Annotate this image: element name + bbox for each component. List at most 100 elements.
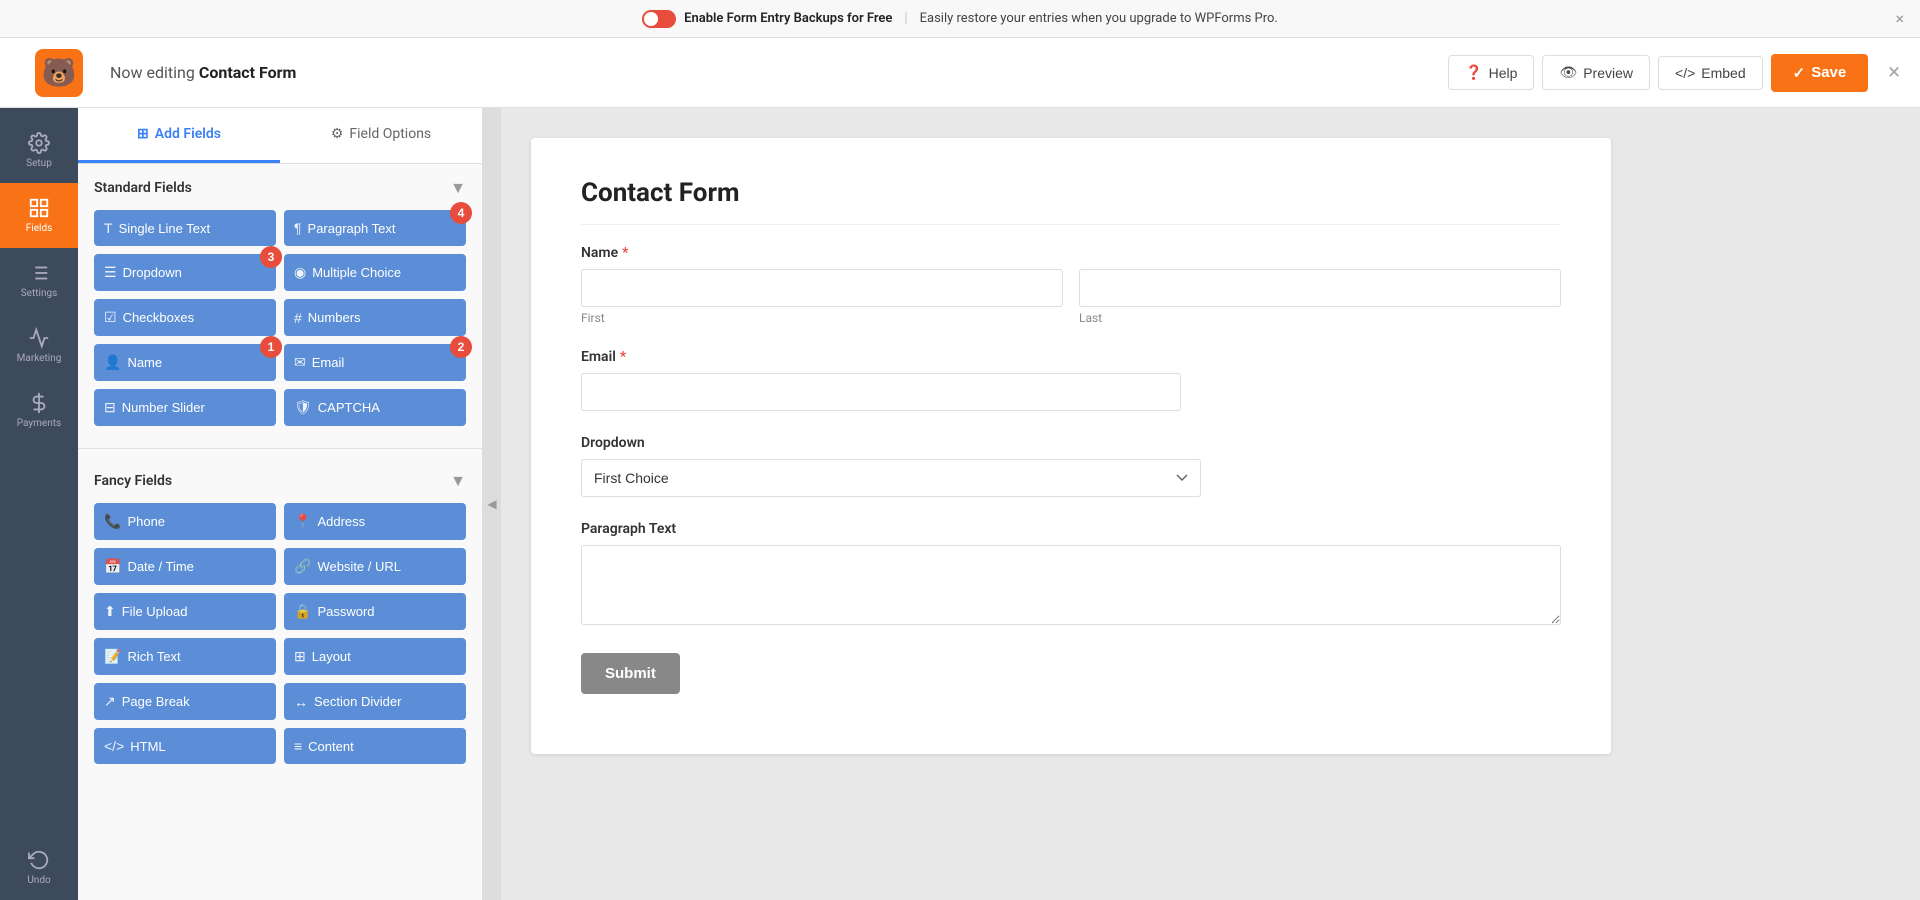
field-btn-single-line-text[interactable]: T Single Line Text	[94, 210, 276, 246]
tab-add-fields-label: Add Fields	[155, 126, 221, 142]
field-btn-content[interactable]: ≡ Content	[284, 728, 466, 764]
notif-separator: |	[904, 11, 907, 26]
single-line-text-label: Single Line Text	[119, 221, 211, 236]
name-row: First Last	[581, 269, 1561, 325]
field-btn-checkboxes[interactable]: ☑ Checkboxes	[94, 299, 276, 336]
header-actions: ❓ Help 👁 Preview </> Embed ✓ Save ×	[1448, 54, 1900, 92]
multiple-choice-icon: ◉	[294, 264, 306, 281]
sidebar-item-marketing[interactable]: Marketing	[0, 313, 78, 378]
embed-button[interactable]: </> Embed	[1658, 56, 1763, 90]
field-btn-paragraph-text[interactable]: ¶ Paragraph Text 4	[284, 210, 466, 246]
section-divider-icon: ↔	[294, 694, 308, 710]
paragraph-text-label-text: Paragraph Text	[581, 521, 676, 537]
name-first-input[interactable]	[581, 269, 1063, 307]
field-btn-file-upload[interactable]: ⬆ File Upload	[94, 593, 276, 630]
name-last-sublabel: Last	[1079, 311, 1561, 325]
field-btn-page-break[interactable]: ↗ Page Break	[94, 683, 276, 720]
dropdown-icon: ☰	[104, 264, 117, 281]
date-time-label: Date / Time	[127, 559, 193, 574]
checkboxes-icon: ☑	[104, 309, 117, 326]
rich-text-icon: 📝	[104, 648, 121, 665]
layout-icon: ⊞	[294, 648, 306, 665]
sidebar-item-fields[interactable]: Fields	[0, 183, 78, 248]
field-btn-numbers[interactable]: # Numbers	[284, 299, 466, 336]
content-icon: ≡	[294, 738, 302, 754]
field-btn-date-time[interactable]: 📅 Date / Time	[94, 548, 276, 585]
field-btn-phone[interactable]: 📞 Phone	[94, 503, 276, 540]
name-field-label: Name *	[581, 245, 1561, 261]
dropdown-field-label: Dropdown	[581, 435, 1561, 451]
fancy-fields-header[interactable]: Fancy Fields ▼	[94, 471, 466, 491]
sidebar-item-undo[interactable]: Undo	[0, 835, 78, 900]
field-btn-password[interactable]: 🔒 Password	[284, 593, 466, 630]
notif-highlight: Enable Form Entry Backups for Free	[684, 11, 892, 26]
rich-text-label: Rich Text	[127, 649, 180, 664]
icon-sidebar: Setup Fields Settings Marketing Payments…	[0, 108, 78, 900]
standard-fields-section: Standard Fields ▼ T Single Line Text ¶ P…	[78, 164, 482, 440]
page-break-label: Page Break	[122, 694, 190, 709]
field-btn-website-url[interactable]: 🔗 Website / URL	[284, 548, 466, 585]
number-slider-icon: ⊟	[104, 399, 116, 416]
field-btn-number-slider[interactable]: ⊟ Number Slider	[94, 389, 276, 426]
notif-toggle[interactable]	[642, 10, 676, 28]
sidebar-item-setup[interactable]: Setup	[0, 118, 78, 183]
field-btn-dropdown[interactable]: ☰ Dropdown 3	[94, 254, 276, 291]
form-display-title: Contact Form	[581, 178, 1561, 225]
help-label: Help	[1489, 65, 1518, 81]
field-btn-email[interactable]: ✉ Email 2	[284, 344, 466, 381]
fancy-fields-toggle-icon: ▼	[450, 471, 466, 491]
standard-fields-title: Standard Fields	[94, 180, 192, 196]
sidebar-item-settings[interactable]: Settings	[0, 248, 78, 313]
field-btn-html[interactable]: </> HTML	[94, 728, 276, 764]
standard-fields-header[interactable]: Standard Fields ▼	[94, 178, 466, 198]
notif-close-button[interactable]: ×	[1895, 9, 1904, 28]
preview-button[interactable]: 👁 Preview	[1542, 55, 1650, 90]
name-icon: 👤	[104, 354, 121, 371]
logo-area: 🐻	[20, 49, 98, 97]
save-button[interactable]: ✓ Save	[1771, 54, 1869, 92]
field-btn-rich-text[interactable]: 📝 Rich Text	[94, 638, 276, 675]
embed-label: Embed	[1701, 65, 1745, 81]
field-btn-name[interactable]: 👤 Name 1	[94, 344, 276, 381]
field-options-icon: ⚙	[331, 126, 344, 142]
email-input[interactable]	[581, 373, 1181, 411]
field-btn-address[interactable]: 📍 Address	[284, 503, 466, 540]
sidebar-item-payments[interactable]: Payments	[0, 378, 78, 443]
sidebar-settings-label: Settings	[21, 288, 58, 299]
website-url-icon: 🔗	[294, 558, 311, 575]
tab-add-fields[interactable]: ⊞ Add Fields	[78, 108, 280, 163]
fancy-fields-title: Fancy Fields	[94, 473, 172, 489]
address-icon: 📍	[294, 513, 311, 530]
dropdown-label-text: Dropdown	[581, 435, 645, 451]
field-btn-captcha[interactable]: 🛡 CAPTCHA	[284, 389, 466, 426]
email-label-text: Email	[581, 349, 616, 365]
number-slider-label: Number Slider	[122, 400, 205, 415]
name-first-col: First	[581, 269, 1063, 325]
paragraph-text-badge: 4	[450, 202, 472, 224]
close-editor-button[interactable]: ×	[1888, 60, 1900, 85]
panel-collapse-handle[interactable]: ◀	[483, 108, 501, 900]
single-line-text-icon: T	[104, 220, 113, 236]
save-label: Save	[1811, 64, 1846, 81]
embed-icon: </>	[1675, 65, 1695, 81]
preview-label: Preview	[1583, 65, 1633, 81]
name-last-input[interactable]	[1079, 269, 1561, 307]
fancy-fields-section: Fancy Fields ▼ 📞 Phone 📍 Address 📅 Date …	[78, 457, 482, 778]
paragraph-text-textarea[interactable]	[581, 545, 1561, 625]
captcha-icon: 🛡	[294, 399, 312, 416]
tab-field-options[interactable]: ⚙ Field Options	[280, 108, 482, 163]
content-label: Content	[308, 739, 354, 754]
name-field: Name * First Last	[581, 245, 1561, 325]
dropdown-label: Dropdown	[123, 265, 182, 280]
help-button[interactable]: ❓ Help	[1448, 55, 1534, 90]
field-btn-section-divider[interactable]: ↔ Section Divider	[284, 683, 466, 720]
name-first-sublabel: First	[581, 311, 1063, 325]
email-icon: ✉	[294, 354, 306, 371]
page-break-icon: ↗	[104, 693, 116, 710]
email-field-label: Email *	[581, 349, 1561, 365]
field-btn-layout[interactable]: ⊞ Layout	[284, 638, 466, 675]
dropdown-select[interactable]: First Choice	[581, 459, 1201, 497]
section-divider-label: Section Divider	[314, 694, 401, 709]
field-btn-multiple-choice[interactable]: ◉ Multiple Choice	[284, 254, 466, 291]
submit-button[interactable]: Submit	[581, 653, 680, 694]
